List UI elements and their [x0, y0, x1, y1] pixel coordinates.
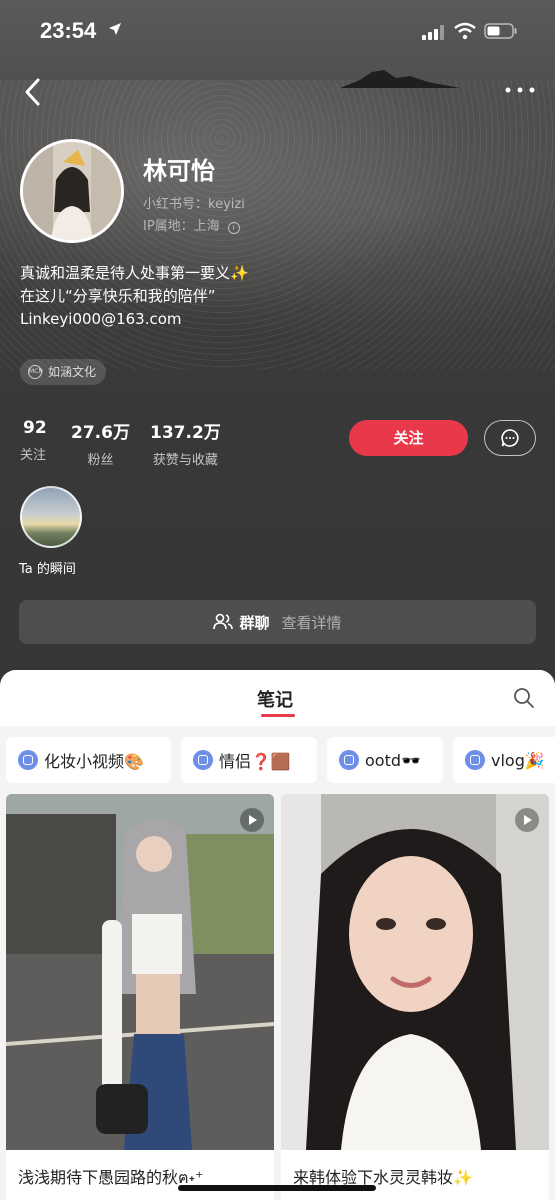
group-chat-label: 群聊	[239, 613, 270, 632]
active-tab-indicator	[261, 714, 295, 717]
location-arrow-icon	[109, 23, 121, 35]
stat-followers[interactable]: 27.6万 粉丝	[71, 418, 130, 468]
battery-icon	[484, 23, 517, 39]
post-cover-image	[281, 794, 549, 1150]
collection-chip[interactable]: vlog🎉	[453, 737, 555, 783]
bio-email: Linkeyi000@163.com	[20, 310, 182, 328]
stat-value: 137.2万	[150, 423, 221, 443]
post-cover-image	[6, 794, 274, 1150]
collection-chip[interactable]: 化妆小视频🎨	[6, 737, 171, 783]
stat-label: 粉丝	[87, 453, 114, 468]
collection-label: ootd🕶️	[365, 750, 421, 770]
collection-label: vlog🎉	[491, 750, 545, 770]
mcn-tag[interactable]: MCN 如涵文化	[20, 359, 107, 385]
moment-thumbnail[interactable]	[20, 486, 82, 548]
profile-avatar[interactable]	[20, 139, 124, 243]
ip-location: IP属地：上海 i	[143, 215, 240, 234]
post-card[interactable]: 来韩体验下水灵灵韩妆✨	[281, 794, 549, 1200]
group-chat-bar[interactable]: 群聊 查看详情	[19, 600, 536, 644]
profile-header	[0, 0, 555, 700]
home-indicator[interactable]	[178, 1185, 376, 1191]
collection-icon	[193, 750, 213, 770]
stat-likes-collects[interactable]: 137.2万 获赞与收藏	[150, 418, 221, 468]
stat-following[interactable]: 92 关注	[20, 418, 47, 463]
ip-location-text: IP属地：上海	[143, 219, 220, 234]
island-silhouette	[340, 70, 460, 88]
info-icon[interactable]: i	[227, 222, 240, 234]
bio-line: 在这儿“分享快乐和我的陪伴”	[20, 287, 216, 305]
group-users-icon	[213, 613, 234, 630]
video-play-icon	[515, 808, 539, 832]
cellular-signal-icon	[422, 25, 444, 40]
post-card[interactable]: 浅浅期待下愚园路的秋ฅ˖⁺	[6, 794, 274, 1200]
chat-bubble-icon	[501, 429, 519, 447]
more-options-icon[interactable]	[503, 82, 537, 98]
profile-name: 林可怡	[143, 157, 215, 185]
collection-icon	[18, 750, 38, 770]
wifi-icon	[454, 22, 476, 40]
status-time: 23:54	[40, 18, 97, 43]
video-play-icon	[240, 808, 264, 832]
message-button[interactable]	[484, 420, 536, 456]
search-icon[interactable]	[513, 687, 535, 709]
follow-button[interactable]: 关注	[349, 420, 468, 456]
collection-chip[interactable]: ootd🕶️	[327, 737, 443, 783]
stat-label: 获赞与收藏	[152, 453, 218, 468]
stat-value: 27.6万	[71, 423, 130, 443]
back-icon[interactable]	[18, 76, 48, 108]
mcn-badge-icon: MCN	[28, 365, 43, 379]
collection-label: 情侣❓🟫	[219, 752, 291, 771]
mcn-tag-label: 如涵文化	[48, 365, 97, 379]
red-id: 小红书号：keyizi	[143, 197, 245, 212]
avatar-image	[23, 142, 121, 240]
tab-notes[interactable]: 笔记	[257, 686, 293, 712]
bio-line: 真诚和温柔是待人处事第一要义✨	[20, 264, 249, 282]
notes-panel: 笔记 化妆小视频🎨 情侣❓🟫 ootd🕶️ vlog🎉 浅浅期待下愚园路的秋ฅ˖…	[0, 670, 555, 1200]
group-detail-link[interactable]: 查看详情	[282, 612, 342, 633]
collection-chip[interactable]: 情侣❓🟫	[181, 737, 317, 783]
status-bar: 23:54	[0, 0, 555, 62]
stat-label: 关注	[20, 448, 47, 463]
stat-value: 92	[23, 418, 47, 438]
collection-chips: 化妆小视频🎨 情侣❓🟫 ootd🕶️ vlog🎉	[6, 737, 555, 783]
moment-label: Ta 的瞬间	[19, 562, 76, 577]
collection-label: 化妆小视频🎨	[44, 752, 144, 771]
collection-icon	[339, 750, 359, 770]
profile-bio: 真诚和温柔是待人处事第一要义✨ 在这儿“分享快乐和我的陪伴” Linkeyi00…	[20, 262, 249, 331]
collection-icon	[465, 750, 485, 770]
content-tabbar: 笔记	[0, 670, 555, 726]
post-title: 浅浅期待下愚园路的秋ฅ˖⁺	[18, 1168, 204, 1187]
